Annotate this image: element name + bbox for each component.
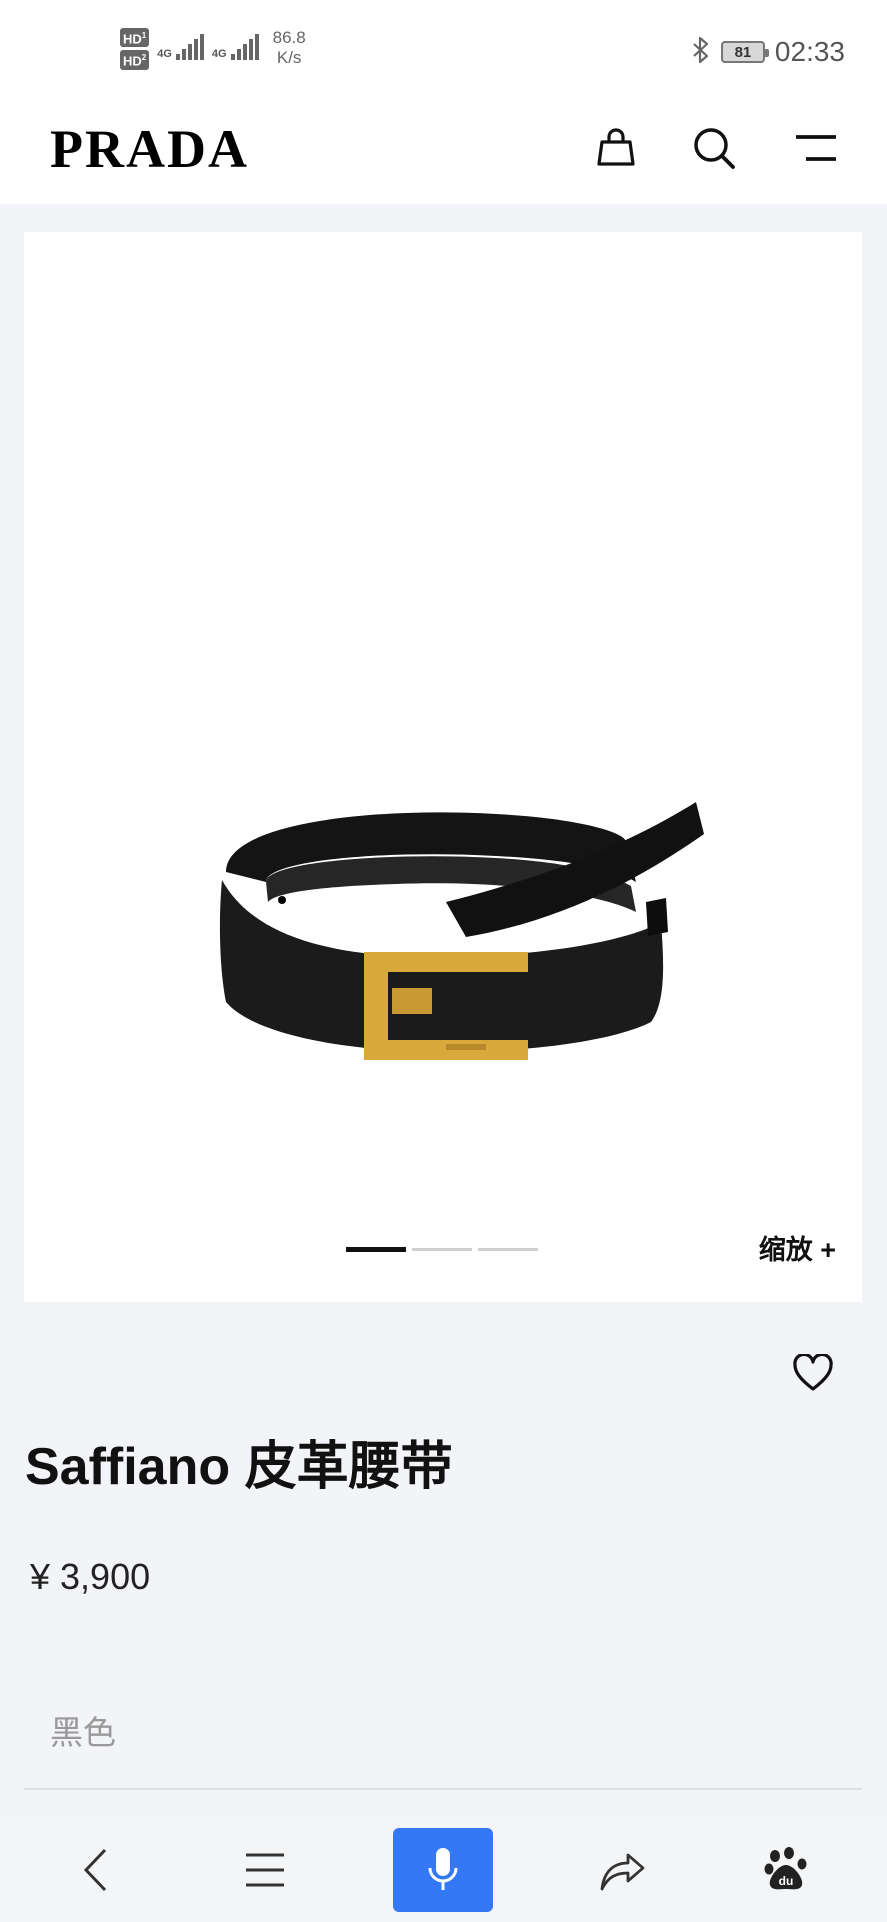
- product-image-carousel[interactable]: 缩放 +: [24, 232, 862, 1302]
- microphone-icon: [428, 1848, 458, 1890]
- network-type-2: 4G: [211, 48, 227, 60]
- signal-2: 4G: [212, 34, 259, 60]
- battery-level: 81: [734, 43, 752, 61]
- carousel-dot-3[interactable]: [478, 1248, 538, 1251]
- status-right: 81 02:33: [691, 36, 845, 68]
- color-selector[interactable]: 黑色: [50, 1706, 116, 1754]
- browser-menu-icon[interactable]: [215, 1828, 315, 1912]
- shopping-bag-icon[interactable]: [590, 122, 642, 174]
- browser-nav-bar: du: [0, 1818, 887, 1922]
- battery-icon: 81: [720, 41, 769, 63]
- zoom-button[interactable]: 缩放 +: [759, 1228, 836, 1267]
- speed-value: 86.8: [272, 28, 306, 47]
- share-icon[interactable]: [572, 1828, 672, 1912]
- carousel-indicators[interactable]: [346, 1247, 538, 1252]
- status-left: HD1 HD2 4G 4G 86.8 K/s: [120, 28, 306, 70]
- product-title: Saffiano 皮革腰带: [25, 1438, 453, 1496]
- product-price: ¥ 3,900: [30, 1556, 151, 1597]
- clock: 02:33: [774, 36, 845, 67]
- signal-bars-2-icon: [230, 34, 259, 60]
- divider: [24, 1788, 862, 1790]
- site-header: PRADA: [0, 100, 887, 204]
- menu-icon[interactable]: [790, 122, 842, 174]
- speed-unit: K/s: [276, 48, 302, 67]
- status-bar: HD1 HD2 4G 4G 86.8 K/s 81 02:33: [0, 0, 887, 100]
- carousel-dot-1[interactable]: [346, 1247, 406, 1252]
- carousel-dot-2[interactable]: [412, 1248, 472, 1251]
- prada-logo[interactable]: PRADA: [50, 118, 249, 180]
- back-icon[interactable]: [46, 1828, 146, 1912]
- network-speed: 86.8 K/s: [273, 28, 306, 68]
- sim2-hd-badge: HD2: [120, 50, 150, 70]
- sim-indicators: HD1 HD2: [120, 28, 150, 70]
- signal-bars-1-icon: [175, 34, 204, 60]
- signal-1: 4G: [157, 34, 204, 60]
- favorite-heart-icon[interactable]: [788, 1350, 838, 1396]
- voice-search-button[interactable]: [393, 1828, 493, 1912]
- network-type-1: 4G: [157, 48, 172, 60]
- bluetooth-icon: [691, 36, 711, 68]
- product-image-belt: [219, 802, 704, 1060]
- svg-text:du: du: [779, 1874, 794, 1888]
- baidu-paw-icon[interactable]: du: [736, 1828, 836, 1912]
- sim1-hd-badge: HD1: [120, 28, 150, 48]
- search-icon[interactable]: [688, 122, 740, 174]
